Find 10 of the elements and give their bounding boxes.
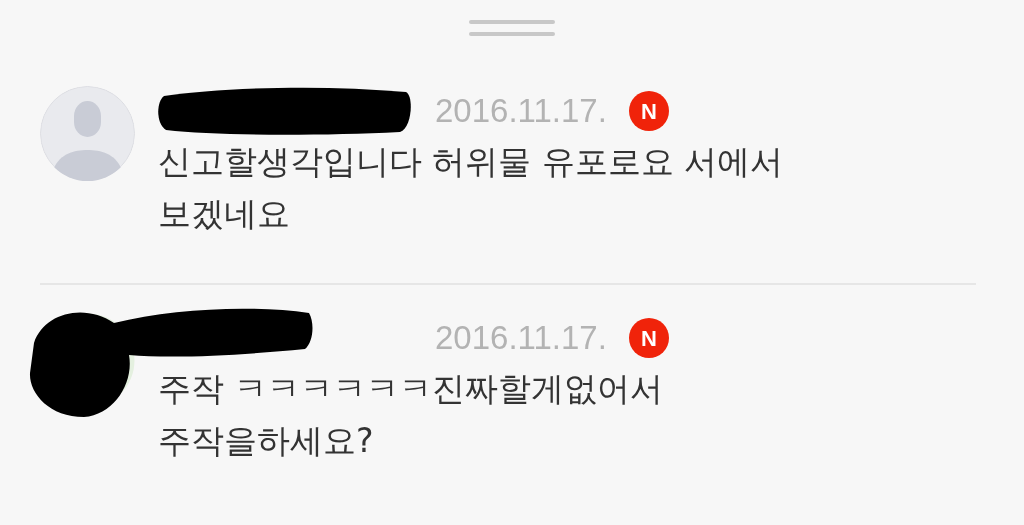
comment-text: 신고할생각입니다 허위물 유포로요 서에서: [158, 141, 784, 183]
comment-date: 2016.11.17.: [435, 91, 607, 131]
new-badge: N: [628, 91, 669, 131]
new-badge: N: [628, 318, 669, 358]
comment-date: 2016.11.17.: [435, 318, 607, 358]
comment-text: 주작 ㅋㅋㅋㅋㅋㅋ진짜할게없어서: [158, 368, 665, 410]
drag-handle-icon[interactable]: [469, 20, 555, 36]
comment-text: 주작을하세요?: [158, 420, 375, 462]
comment-text: 보겠네요: [158, 193, 291, 235]
avatar-icon: [40, 86, 135, 181]
